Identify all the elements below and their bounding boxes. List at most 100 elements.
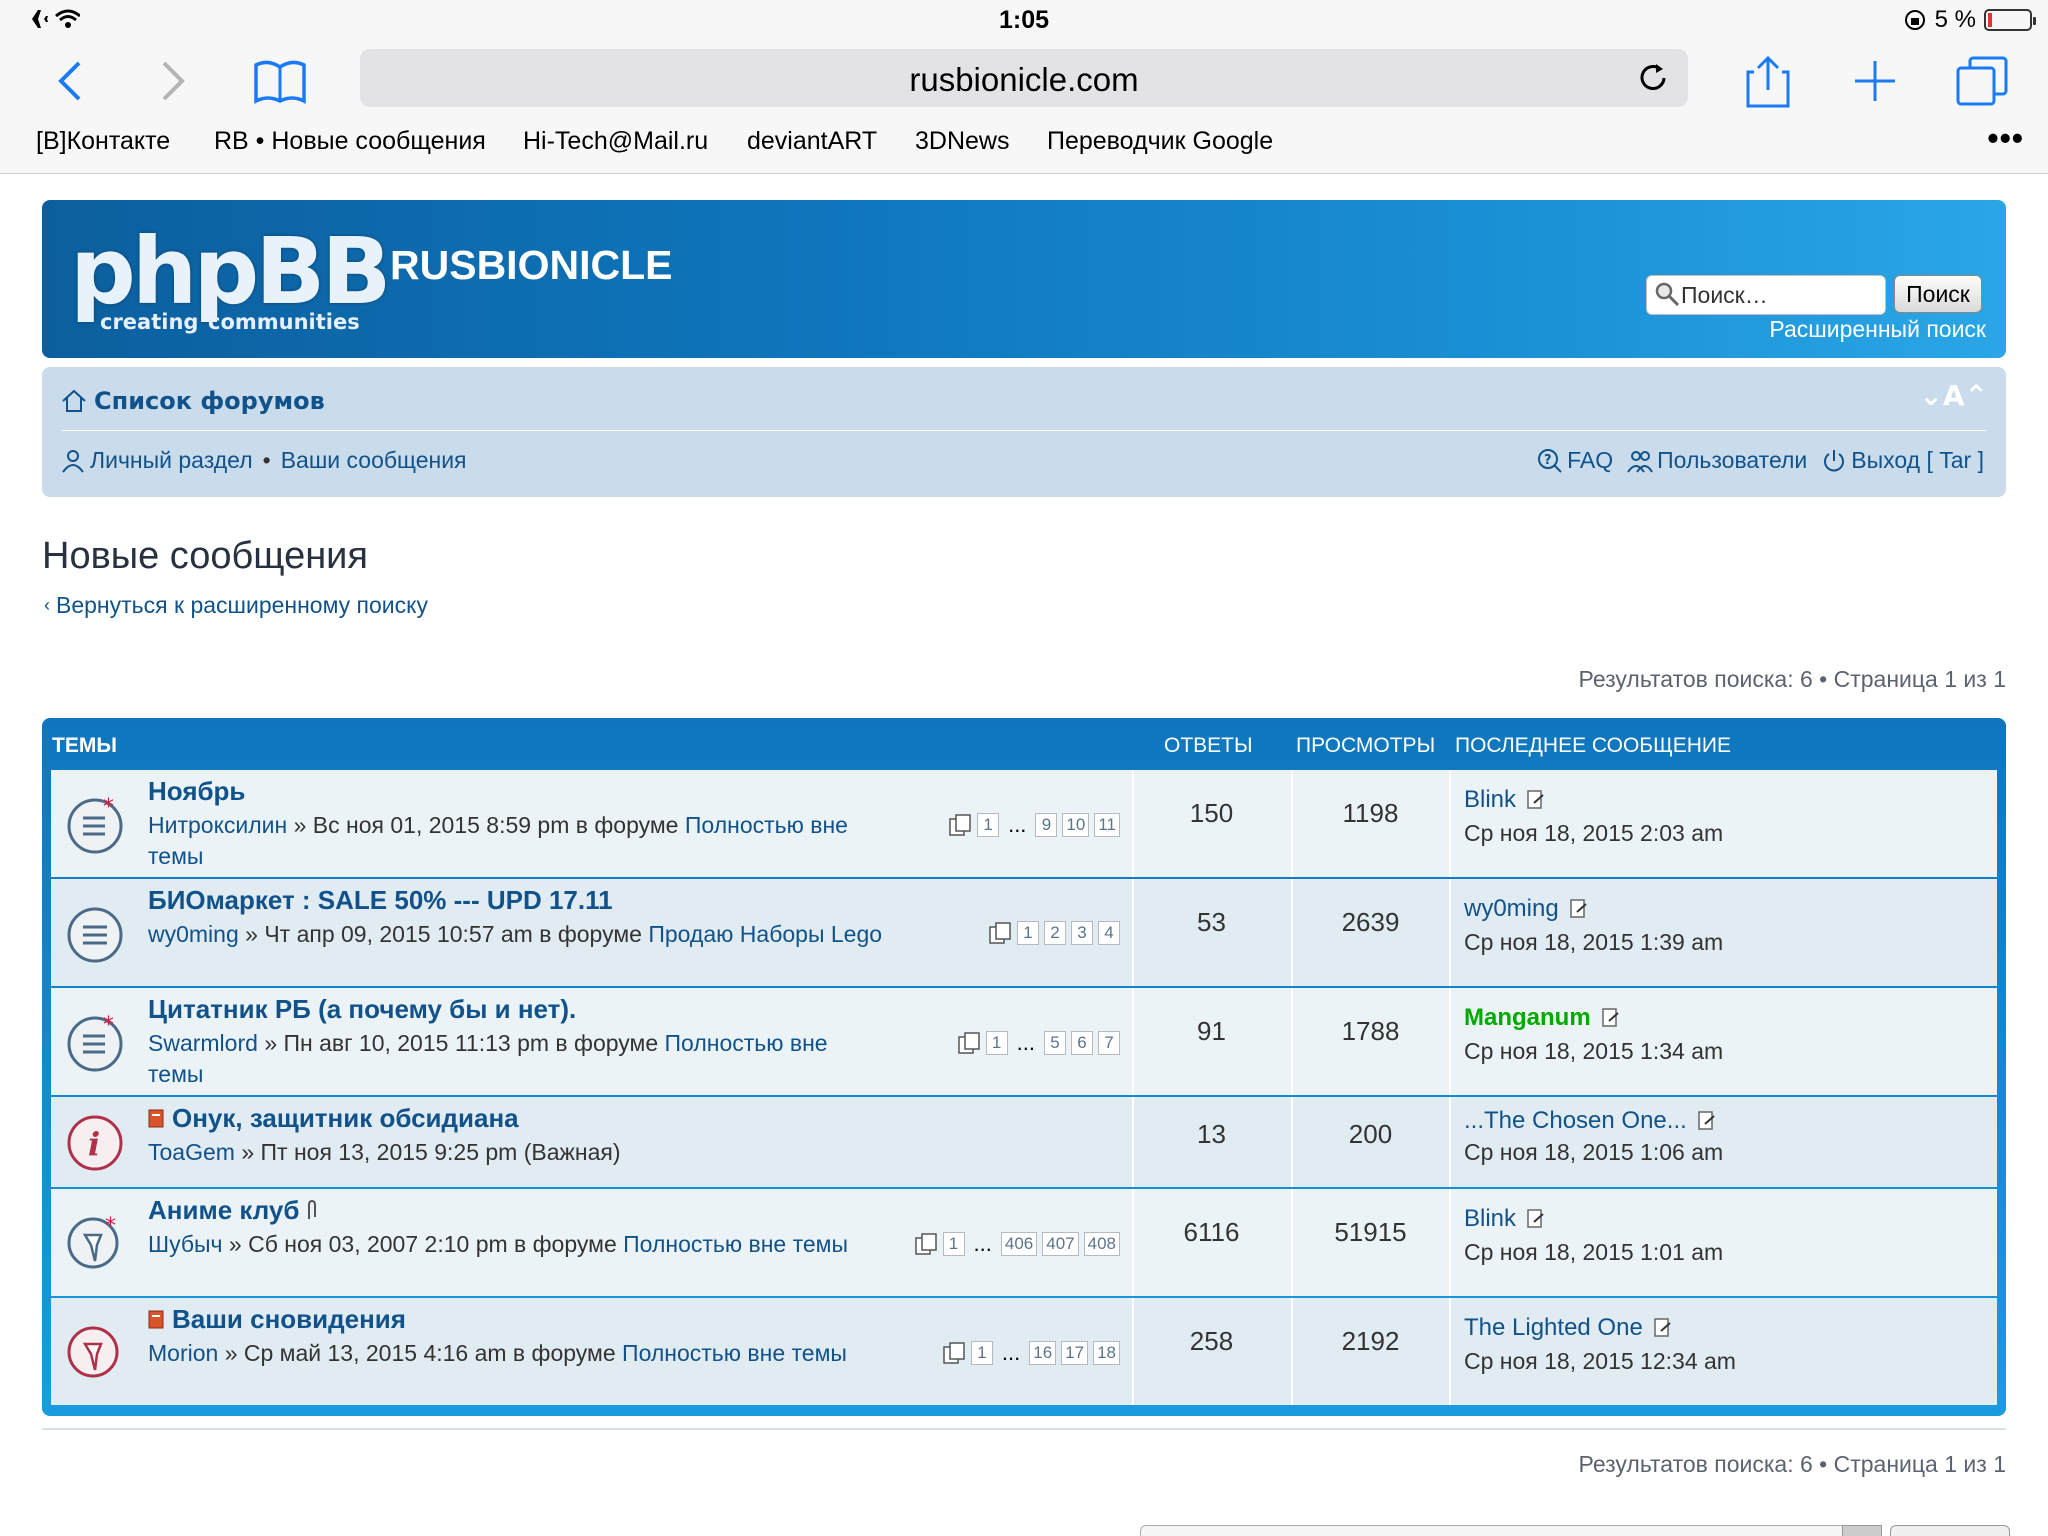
view-latest-post-icon[interactable]	[1569, 898, 1589, 920]
personal-link[interactable]: Личный раздел	[90, 447, 253, 474]
topic-meta: ToaGem » Пт ноя 13, 2015 9:25 pm (Важная…	[148, 1137, 888, 1168]
topic-title-link[interactable]: БИОмаркет : SALE 50% --- UPD 17.11	[148, 885, 613, 916]
topic-author-link[interactable]: wy0ming	[148, 921, 239, 947]
svg-text:*: *	[105, 1214, 116, 1239]
topic-author-link[interactable]: Morion	[148, 1340, 218, 1366]
faq-icon: ?	[1538, 448, 1562, 473]
topic-author-link[interactable]: Swarmlord	[148, 1030, 258, 1056]
bookmark-item[interactable]: Hi-Tech@Mail.ru	[523, 127, 708, 156]
view-latest-post-icon[interactable]	[1601, 1007, 1621, 1029]
back-icon[interactable]	[40, 54, 100, 108]
page-link[interactable]: 11	[1094, 813, 1120, 837]
forward-icon[interactable]	[143, 54, 203, 108]
bookmark-item[interactable]: [B]Контакте	[36, 127, 170, 156]
last-author-link[interactable]: The Lighted One	[1464, 1314, 1643, 1342]
last-author-link[interactable]: Blink	[1464, 786, 1516, 814]
page-link[interactable]: 17	[1061, 1341, 1089, 1365]
page-link[interactable]: 9	[1035, 813, 1058, 837]
view-latest-post-icon[interactable]	[1526, 1208, 1546, 1230]
page-link[interactable]: 7	[1098, 1031, 1120, 1055]
bookmark-item[interactable]: 3DNews	[915, 127, 1009, 156]
page-link[interactable]: 2	[1044, 921, 1066, 945]
page-link[interactable]: 5	[1044, 1031, 1066, 1055]
topic-title: Цитатник РБ (а почему бы и нет).	[148, 994, 577, 1024]
last-author-link[interactable]: ...The Chosen One...	[1464, 1107, 1687, 1135]
last-author-link[interactable]: Manganum	[1464, 1004, 1591, 1032]
view-latest-post-icon[interactable]	[1526, 789, 1546, 811]
topic-title-link[interactable]: Ваши сновидения	[148, 1304, 406, 1335]
logout-link[interactable]: Выход [ Tar ]	[1851, 447, 1984, 474]
font-size-icon[interactable]: ⌄A⌃	[1919, 379, 1988, 412]
view-latest-post-icon[interactable]	[1697, 1110, 1717, 1132]
page-link[interactable]: 408	[1083, 1232, 1120, 1256]
page-link[interactable]: 18	[1093, 1341, 1120, 1365]
search-input[interactable]	[1681, 280, 1881, 310]
page-link[interactable]: 6	[1071, 1031, 1093, 1055]
page-link[interactable]: 407	[1042, 1232, 1079, 1256]
nav-right: ? FAQ Пользователи Выход [ Tar ]	[1537, 447, 1984, 474]
more-bookmarks-button[interactable]: •••	[1987, 120, 2024, 157]
user-icon	[62, 449, 84, 473]
topic-title-link[interactable]: Цитатник РБ (а почему бы и нет).	[148, 994, 576, 1025]
page-link[interactable]: 16	[1029, 1341, 1057, 1365]
topic-pager: 1 ... 406 407 408	[914, 1231, 1120, 1257]
views-count: 51915	[1334, 1217, 1407, 1247]
phpbb-logo[interactable]: phpBB creating communities	[70, 226, 391, 336]
last-post-date: Ср ноя 18, 2015 1:01 am	[1464, 1239, 1724, 1265]
jump-to-select[interactable]	[1140, 1525, 1846, 1536]
bookmark-item[interactable]: deviantART	[747, 127, 877, 156]
topic-hot-icon: *	[67, 795, 123, 854]
topic-meta: Swarmlord » Пн авг 10, 2015 11:13 pm в ф…	[148, 1028, 888, 1090]
new-tab-icon[interactable]	[1845, 54, 1905, 108]
page-link[interactable]: 1	[977, 813, 1000, 837]
advanced-search-link[interactable]: Расширенный поиск	[1769, 316, 1986, 343]
result-info: Результатов поиска: 6 • Страница 1 из 1	[1578, 666, 2007, 692]
pages-icon	[914, 1233, 937, 1255]
topic-forum-link[interactable]: Полностью вне темы	[623, 1231, 848, 1257]
page-link[interactable]: 1	[970, 1341, 993, 1365]
topic-author-link[interactable]: Шубыч	[148, 1231, 223, 1257]
topic-forum-link[interactable]: Продаю Наборы Lego	[648, 921, 882, 947]
bookmarks-icon[interactable]	[250, 54, 310, 108]
bookmark-item[interactable]: RB • Новые сообщения	[214, 127, 486, 156]
topic-date: » Вс ноя 01, 2015 8:59 pm в форуме	[293, 812, 679, 838]
bookmark-item[interactable]: Переводчик Google	[1047, 127, 1273, 156]
page-link[interactable]: 1	[985, 1031, 1008, 1055]
url-text: rusbionicle.com	[909, 61, 1139, 98]
page-link[interactable]: 1	[942, 1232, 965, 1256]
my-posts-link[interactable]: Ваши сообщения	[281, 447, 467, 474]
view-latest-post-icon[interactable]	[1653, 1317, 1673, 1339]
status-icons-right: 5 %	[1903, 6, 2036, 34]
back-to-search-link[interactable]: ‹ Вернуться к расширенному поиску	[44, 592, 428, 619]
page-link[interactable]: 4	[1098, 921, 1120, 945]
topic-title-link[interactable]: Онук, защитник обсидиана	[148, 1103, 519, 1134]
share-icon[interactable]	[1738, 54, 1798, 108]
table-row: БИОмаркет : SALE 50% --- UPD 17.11 wy0mi…	[51, 879, 1997, 986]
topic-title-link[interactable]: Аниме клуб	[148, 1195, 319, 1226]
url-bar[interactable]: rusbionicle.com	[360, 49, 1688, 107]
jump-dropdown-button[interactable]	[1842, 1525, 1882, 1536]
topic-author-link[interactable]: ToaGem	[148, 1139, 235, 1165]
reload-icon[interactable]	[1636, 61, 1670, 95]
views-count: 200	[1348, 1119, 1393, 1149]
tabs-icon[interactable]	[1952, 54, 2012, 108]
bookmarks-bar: [B]Контакте RB • Новые сообщения Hi-Tech…	[0, 120, 2048, 174]
svg-text:*: *	[103, 1013, 114, 1038]
page-link[interactable]: 3	[1071, 921, 1093, 945]
page-link[interactable]: 1	[1017, 921, 1039, 945]
logo-subtext: communities	[208, 310, 360, 334]
page-link[interactable]: 10	[1062, 813, 1090, 837]
topic-title-link[interactable]: Ноябрь	[148, 776, 245, 807]
faq-link[interactable]: FAQ	[1567, 447, 1613, 474]
topic-author-link[interactable]: Нитроксилин	[148, 812, 287, 838]
forum-index-link[interactable]: Список форумов	[60, 387, 325, 415]
last-post-date: Ср ноя 18, 2015 2:03 am	[1464, 820, 1724, 846]
last-author-link[interactable]: wy0ming	[1464, 895, 1559, 923]
last-author-link[interactable]: Blink	[1464, 1205, 1516, 1233]
topic-forum-link[interactable]: Полностью вне темы	[622, 1340, 847, 1366]
pages-icon	[989, 922, 1011, 944]
search-button[interactable]: Поиск	[1894, 275, 1982, 313]
members-link[interactable]: Пользователи	[1657, 447, 1807, 474]
jump-go-button[interactable]	[1890, 1525, 2010, 1536]
page-link[interactable]: 406	[1000, 1232, 1038, 1256]
